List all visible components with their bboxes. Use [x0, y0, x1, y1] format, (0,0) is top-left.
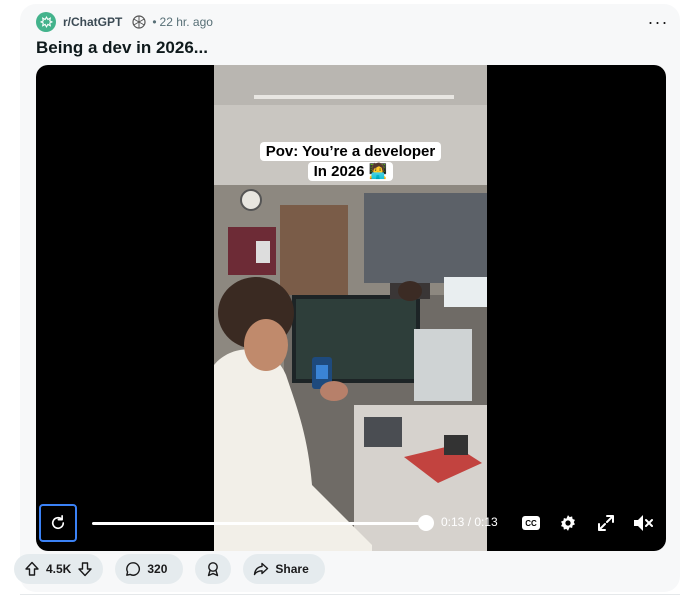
video-caption-line-2: In 2026 🧑‍💻 — [307, 162, 394, 181]
video-progress-bar[interactable] — [92, 522, 426, 525]
post-actions: 4.5K 320 Share — [14, 554, 325, 586]
award-icon — [205, 561, 221, 577]
more-options-button[interactable]: ··· — [646, 10, 670, 34]
captions-button[interactable]: CC — [519, 511, 543, 535]
video-frame-overlay: Pov: You’re a developer In 2026 🧑‍💻 — [214, 65, 487, 551]
replay-icon — [49, 514, 67, 532]
post-title[interactable]: Being a dev in 2026... — [36, 38, 208, 58]
svg-text:CC: CC — [525, 519, 537, 528]
share-label: Share — [275, 562, 309, 576]
share-arrow-icon — [253, 561, 269, 577]
comments-button[interactable]: 320 — [115, 554, 184, 584]
gear-icon — [559, 514, 577, 532]
subreddit-name[interactable]: r/ChatGPT — [63, 15, 122, 29]
video-progress-handle[interactable] — [418, 515, 434, 531]
vote-count: 4.5K — [46, 562, 72, 576]
comment-bubble-icon — [125, 561, 141, 577]
mute-button[interactable] — [631, 511, 655, 535]
upvote-icon[interactable] — [24, 561, 40, 577]
muted-speaker-icon — [633, 514, 653, 532]
post-card[interactable]: r/ChatGPT • 22 hr. ago ··· Being a dev i… — [20, 4, 680, 592]
fullscreen-button[interactable] — [594, 511, 618, 535]
award-button[interactable] — [195, 554, 232, 584]
post-meta: r/ChatGPT • 22 hr. ago — [36, 10, 213, 34]
openai-logo-icon — [130, 13, 148, 31]
share-button[interactable]: Share — [243, 554, 325, 584]
video-controls: 0:13 / 0:13 CC — [36, 504, 666, 551]
settings-button[interactable] — [556, 511, 580, 535]
video-caption: Pov: You’re a developer In 2026 🧑‍💻 — [214, 142, 487, 182]
downvote-icon[interactable] — [77, 561, 93, 577]
comment-count: 320 — [147, 562, 168, 576]
video-player[interactable]: Pov: You’re a developer In 2026 🧑‍💻 0:13… — [36, 65, 666, 551]
closed-captions-icon: CC — [522, 516, 540, 530]
post-age: 22 hr. ago — [159, 15, 213, 29]
meta-separator: • — [152, 15, 157, 29]
expand-icon — [598, 515, 614, 531]
post-divider — [20, 594, 680, 595]
video-timecode: 0:13 / 0:13 — [441, 515, 498, 529]
video-caption-line-1: Pov: You’re a developer — [259, 142, 442, 161]
subreddit-avatar-icon[interactable] — [36, 12, 56, 32]
replay-button[interactable] — [39, 504, 77, 542]
vote-group: 4.5K — [14, 554, 104, 584]
